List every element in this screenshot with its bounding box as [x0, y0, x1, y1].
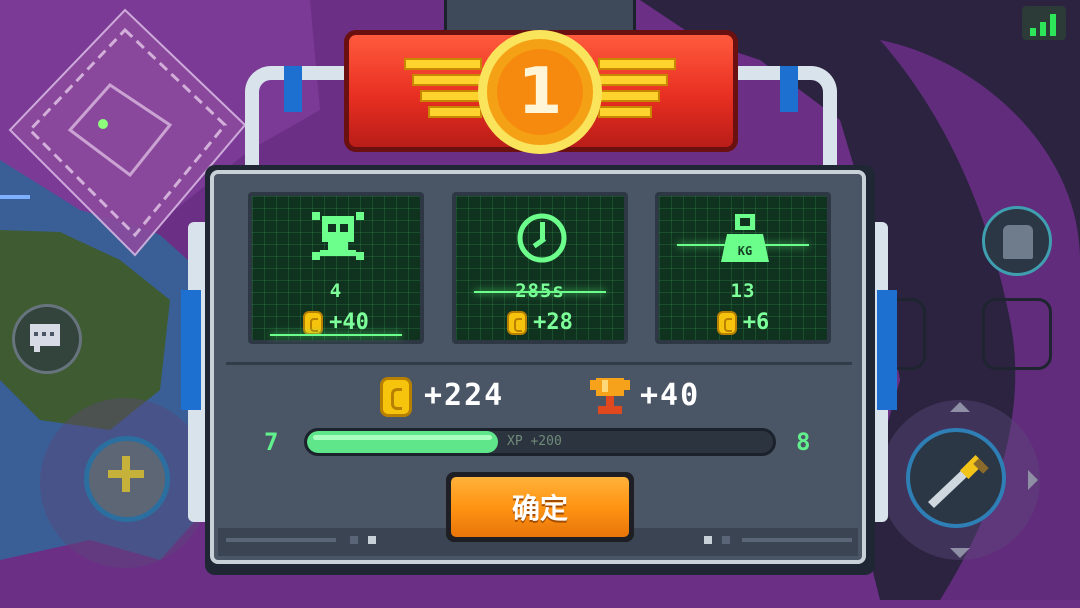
character-skill-button[interactable] — [982, 206, 1052, 276]
coin-icon — [303, 310, 324, 335]
time-reward-value: +28 — [533, 310, 573, 335]
weight-reward-value: +6 — [742, 310, 770, 335]
sword-weapon-icon — [928, 454, 989, 508]
stat-card-weight: KG 13 +6 — [655, 192, 831, 344]
confirm-button-label: 确定 — [451, 477, 629, 537]
coin-icon — [716, 310, 737, 335]
weight-value: 13 — [730, 280, 756, 302]
xp-gain-text: XP +200 — [507, 434, 562, 449]
kill-count: 4 — [329, 280, 343, 302]
pipe-clamp-left — [284, 66, 302, 112]
character-silhouette-icon — [1003, 225, 1033, 259]
right-wing-icon — [598, 58, 676, 70]
next-level: 8 — [796, 428, 811, 456]
stat-card-time: 285s +28 — [452, 192, 628, 344]
skull-crossbones-icon — [312, 212, 364, 260]
kill-reward-value: +40 — [329, 310, 369, 335]
total-coins: +224 — [424, 378, 505, 413]
svg-text:KG: KG — [738, 244, 752, 258]
trophy-icon — [590, 378, 630, 414]
stat-card-kills: 4 +40 — [248, 192, 424, 344]
minimap-edge — [0, 195, 30, 199]
panel-divider — [226, 362, 852, 365]
time-reward: +28 — [456, 310, 624, 335]
right-rail-clamp — [877, 290, 897, 410]
confirm-button[interactable]: 确定 — [446, 472, 634, 542]
coin-total-icon — [380, 377, 412, 417]
rank-number: 1 — [497, 49, 583, 135]
rank-medal: 1 — [478, 30, 602, 154]
weight-reward: +6 — [659, 310, 827, 335]
pipe-clamp-right — [780, 66, 798, 112]
chat-button[interactable] — [12, 304, 82, 374]
left-wing-icon — [404, 58, 482, 70]
xp-progress-bar: XP +200 — [304, 428, 776, 456]
attack-button[interactable] — [906, 428, 1006, 528]
weight-kg-icon: KG — [721, 214, 769, 262]
current-level: 7 — [264, 428, 279, 456]
signal-strength-icon — [1022, 6, 1066, 40]
trophy-total: +40 — [640, 378, 701, 413]
chat-bubble-icon — [30, 324, 60, 352]
banner-top-bracket — [444, 0, 636, 34]
player-marker-icon — [98, 119, 108, 129]
empty-item-slot[interactable] — [982, 298, 1052, 370]
xp-progress-fill — [307, 431, 499, 453]
clock-icon — [517, 213, 567, 263]
coin-icon — [507, 310, 528, 335]
joystick-stick[interactable] — [84, 436, 170, 522]
kill-reward: +40 — [252, 310, 420, 335]
left-rail-clamp — [181, 290, 201, 410]
